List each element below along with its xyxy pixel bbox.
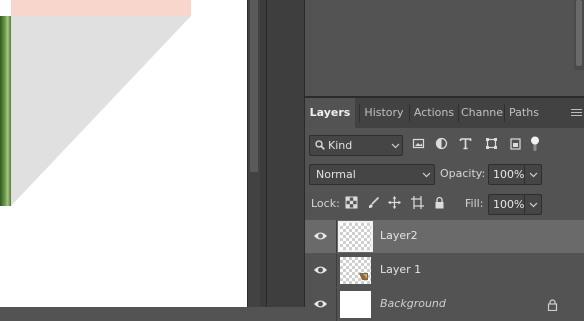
- panel-menu-icon[interactable]: [571, 109, 582, 117]
- canvas-pink-band: [11, 0, 191, 16]
- eye-icon[interactable]: [313, 298, 328, 310]
- lock-icon: [547, 299, 558, 311]
- tab-paths[interactable]: Paths: [505, 98, 543, 128]
- eye-icon[interactable]: [313, 230, 328, 242]
- search-icon: [315, 140, 325, 150]
- tab-history[interactable]: History: [361, 98, 407, 128]
- shape-filter-icon[interactable]: [485, 137, 498, 150]
- blend-mode-select[interactable]: Normal: [309, 164, 435, 185]
- opacity-slider-button[interactable]: [524, 165, 541, 184]
- chevron-down-icon: [422, 172, 431, 178]
- layer-row-layer-1[interactable]: Layer 1: [305, 254, 584, 287]
- layer-row-layer2[interactable]: Layer2: [305, 220, 584, 253]
- layer-thumbnail[interactable]: [340, 291, 371, 318]
- chevron-down-icon: [529, 202, 538, 208]
- layer-thumbnail[interactable]: [340, 257, 371, 284]
- layer-name[interactable]: Layer 1: [380, 263, 421, 276]
- upper-panel: [305, 0, 584, 96]
- opacity-value: 100%: [493, 168, 525, 181]
- blend-mode-value: Normal: [316, 168, 356, 181]
- smart-object-filter-icon[interactable]: [509, 137, 522, 150]
- opacity-field[interactable]: 100%: [488, 164, 542, 185]
- layer-thumbnail[interactable]: [338, 221, 373, 252]
- blend-opacity-row: Normal Opacity: 100%: [305, 161, 584, 187]
- lock-position-icon[interactable]: [388, 196, 401, 209]
- opacity-label: Opacity:: [440, 167, 486, 180]
- fill-label: Fill:: [465, 197, 484, 210]
- lock-fill-row: Lock: Fill: 100%: [305, 191, 584, 217]
- document-canvas[interactable]: [0, 0, 247, 307]
- layer-filter-row: Kind: [305, 131, 584, 157]
- layer-name[interactable]: Background: [380, 297, 446, 310]
- tab-divider: [409, 104, 410, 122]
- lock-all-icon[interactable]: [433, 196, 446, 209]
- upper-panel-scrollbar-thumb[interactable]: [576, 0, 582, 66]
- canvas-grey-shape: [11, 16, 191, 206]
- lock-label: Lock:: [311, 197, 340, 210]
- visibility-divider: [336, 288, 337, 321]
- filter-kind-label: Kind: [328, 139, 353, 152]
- lock-transparency-icon[interactable]: [345, 196, 358, 209]
- lock-artboard-icon[interactable]: [411, 196, 424, 209]
- lock-image-icon[interactable]: [367, 196, 380, 209]
- type-filter-icon[interactable]: [459, 137, 472, 150]
- adjustment-filter-icon[interactable]: [435, 137, 448, 150]
- panel-tab-bar: Layers History Actions Channe Paths: [305, 98, 584, 128]
- collapsed-panel-column: [267, 0, 304, 307]
- visibility-divider: [336, 254, 337, 287]
- tab-layers[interactable]: Layers: [305, 98, 355, 128]
- layer-name[interactable]: Layer2: [380, 229, 418, 242]
- filter-kind-select[interactable]: Kind: [309, 135, 403, 156]
- tab-divider: [359, 104, 360, 122]
- fill-field[interactable]: 100%: [488, 194, 542, 215]
- canvas-scrollbar-thumb[interactable]: [250, 0, 258, 172]
- chevron-down-icon: [529, 172, 538, 178]
- tab-divider: [458, 104, 459, 122]
- layer-content-preview: [359, 273, 368, 280]
- canvas-green-image-strip: [0, 16, 11, 206]
- fill-value: 100%: [493, 198, 525, 211]
- visibility-divider: [336, 220, 337, 253]
- chevron-down-icon: [391, 143, 400, 149]
- tab-actions[interactable]: Actions: [411, 98, 457, 128]
- image-filter-icon[interactable]: [412, 137, 425, 150]
- layers-panel: Layers History Actions Channe Paths Kind: [305, 98, 584, 321]
- fill-slider-button[interactable]: [524, 195, 541, 214]
- tab-channels[interactable]: Channe: [460, 98, 504, 128]
- eye-icon[interactable]: [313, 264, 328, 276]
- filter-toggle-icon[interactable]: [530, 136, 540, 152]
- layer-row-background[interactable]: Background: [305, 288, 584, 321]
